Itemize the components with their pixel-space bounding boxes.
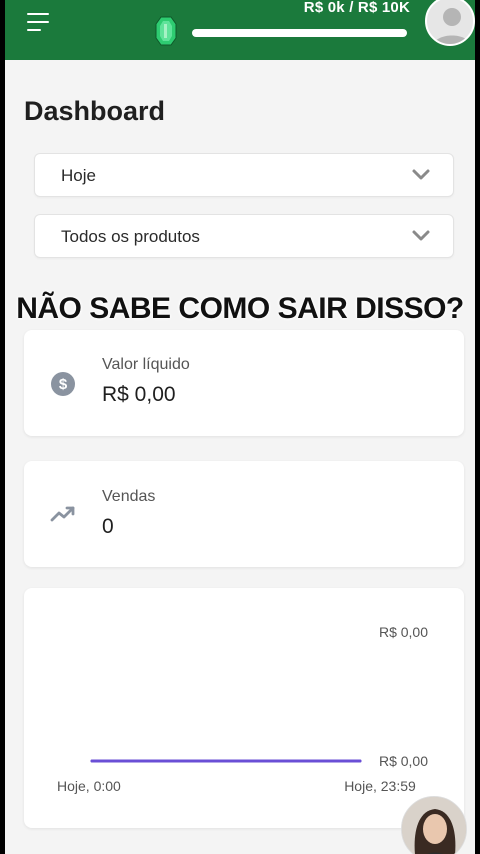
net-value-title: Valor líquido: [102, 356, 190, 373]
net-value-amount: R$ 0,00: [102, 383, 176, 406]
data-point: [90, 759, 94, 763]
presenter-avatar: [401, 796, 467, 854]
products-select[interactable]: Todos os produtos: [34, 214, 454, 258]
products-select-value: Todos os produtos: [61, 227, 200, 246]
y-tick-label: R$ 0,00: [379, 624, 428, 640]
period-select-value: Hoje: [61, 166, 96, 185]
sales-card: Vendas 0: [24, 461, 464, 567]
chevron-down-icon: [412, 169, 430, 180]
dollar-coin-icon: $: [51, 372, 75, 396]
page-title: Dashboard: [24, 96, 166, 126]
x-tick-label: Hoje, 0:00: [57, 778, 121, 794]
top-bar: R$ 0k / R$ 10K: [5, 0, 475, 60]
svg-text:$: $: [59, 376, 68, 393]
chevron-down-icon: [412, 230, 430, 241]
sales-count: 0: [102, 515, 114, 538]
app-frame: R$ 0k / R$ 10K Dashboard Hoje Todos os p…: [5, 0, 475, 854]
sales-chart-card: R$ 0,00 R$ 0,00 Hoje, 0:00 Hoje, 23:59: [24, 588, 464, 828]
net-value-card: $ Valor líquido R$ 0,00: [24, 330, 464, 436]
data-point: [358, 759, 362, 763]
overlay-caption: NÃO SABE COMO SAIR DISSO?: [16, 292, 464, 325]
goal-progress-bar: [192, 29, 407, 37]
user-avatar-icon[interactable]: [425, 0, 475, 46]
y-tick-label: R$ 0,00: [379, 753, 428, 769]
sales-title: Vendas: [102, 488, 156, 505]
hamburger-icon[interactable]: [27, 13, 51, 31]
period-select[interactable]: Hoje: [34, 153, 454, 197]
sales-line-chart: R$ 0,00 R$ 0,00 Hoje, 0:00 Hoje, 23:59: [57, 624, 428, 794]
emerald-gem-icon: [155, 16, 177, 46]
goal-progress-label: R$ 0k / R$ 10K: [303, 0, 410, 16]
x-tick-label: Hoje, 23:59: [344, 778, 416, 794]
trending-up-icon: [50, 506, 75, 522]
